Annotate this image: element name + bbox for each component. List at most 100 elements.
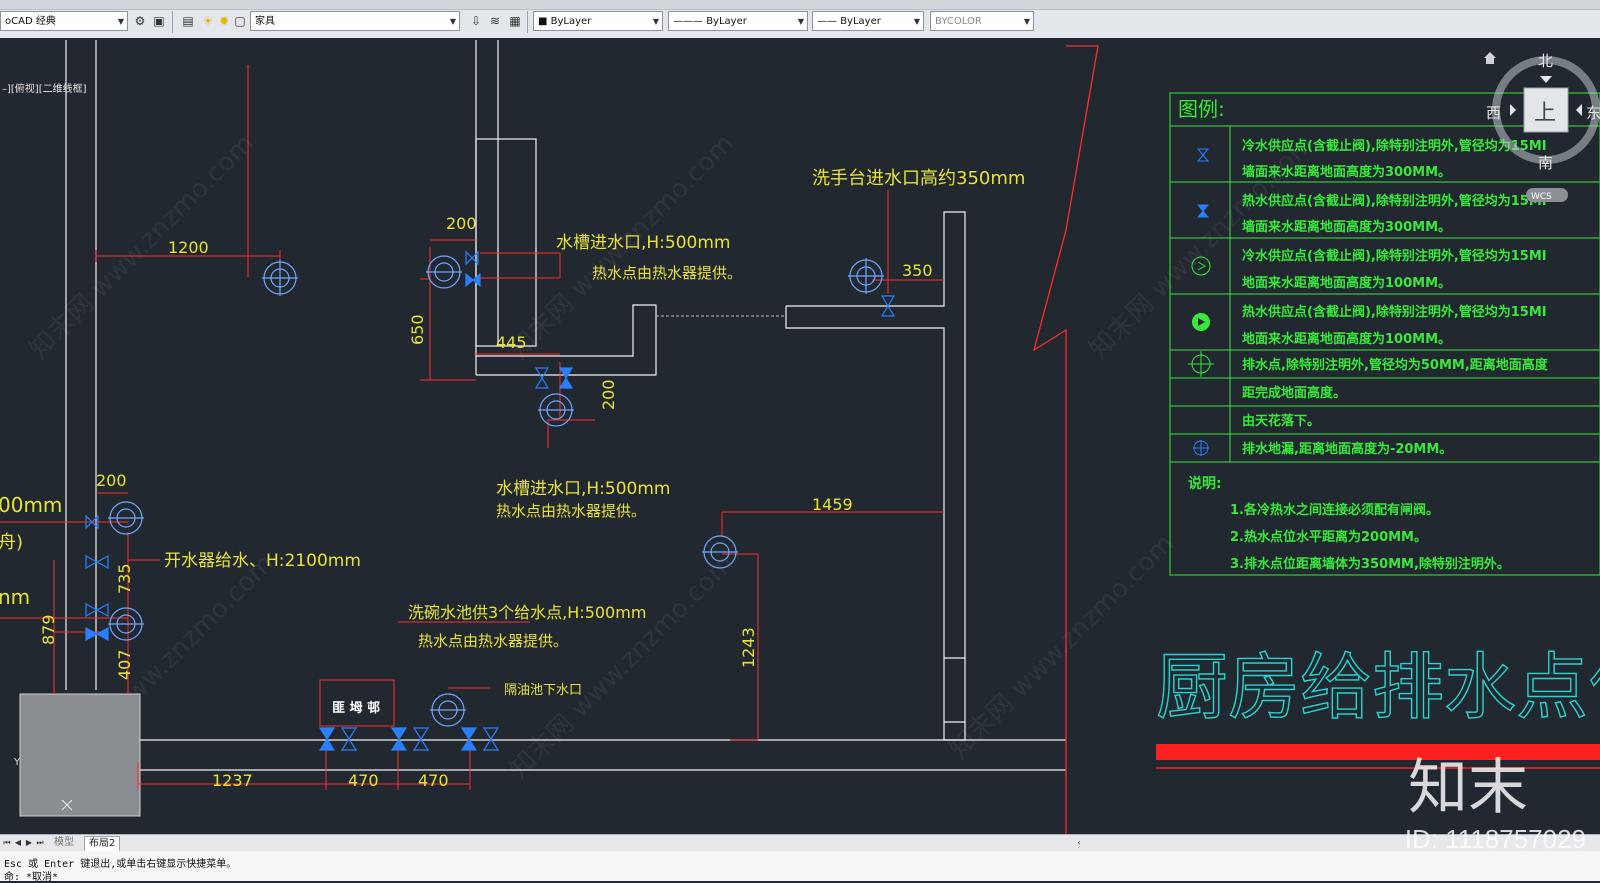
dim-text: 650 [408,314,427,345]
layer-select[interactable]: 家具 ▼ [250,11,460,31]
lineweight-select[interactable]: —— ByLayer ▼ [812,11,924,31]
note-line: 1.各冷热水之间连接必须配有闸阀。 [1230,502,1439,518]
tab-layout2[interactable]: 布局2 [84,836,121,851]
clipped-note: 舟) [0,532,23,553]
dim-text: 200 [599,379,618,410]
dim-text: 470 [348,771,379,790]
workspace-settings-icon[interactable]: ▣ [151,13,167,29]
layer-value: 家具 [255,16,275,27]
chevron-down-icon: ▼ [913,17,920,26]
toolbar-separator [527,11,528,33]
legend-text: 由天花落下。 [1242,413,1320,429]
sink-note-1b: 热水点由热水器提供。 [592,264,742,282]
legend-text: 热水供应点(含截止阀),除特别注明外,管径均为15MI [1242,304,1547,320]
chevron-down-icon: ▼ [797,17,804,26]
toolbar-separator [172,11,173,33]
legend-text: 排水地漏,距离地面高度为-20MM。 [1242,441,1452,457]
linetype-select[interactable]: ——— ByLayer ▼ [668,11,808,31]
dim-text: 735 [115,563,134,594]
legend-text: 距完成地面高度。 [1242,385,1346,401]
legend-text: 墙面来水距离地面高度为300MM。 [1242,219,1451,235]
legend-text: 冷水供应点(含截止阀),除特别注明外,管径均为15MI [1242,138,1547,154]
legend-title: 图例: [1178,97,1225,121]
sink-note-2: 水槽进水口,H:500mm [496,479,670,499]
prev-tab-icon[interactable]: ◀ [13,836,23,849]
color-value: ByLayer [550,16,592,27]
dim-text: 200 [446,214,477,233]
dim-text: 1200 [168,238,209,257]
legend-text: 热水供应点(含截止阀),除特别注明外,管径均为15MI [1242,193,1547,209]
scroll-left-icon[interactable]: ‹ [1074,836,1084,849]
sun-icon[interactable]: ✹ [216,13,232,29]
dim-text: 200 [96,471,127,490]
lineweight-value: ByLayer [840,16,881,27]
notes-title: 说明: [1188,475,1222,492]
compass-west[interactable]: 西 [1486,104,1501,122]
chevron-down-icon: ▼ [449,17,456,26]
chevron-down-icon: ▼ [117,17,124,26]
drawing-title: 厨房给排水点位图 [1156,645,1600,729]
toolbar-top-strip [0,0,1600,10]
wcs-label: WCS [1531,192,1552,202]
legend-text: 地面来水距离地面高度为100MM。 [1242,275,1451,291]
note-line: 2.热水点位水平距离为200MM。 [1230,529,1427,545]
workspace-value: oCAD 经典 [5,16,56,27]
last-tab-icon[interactable]: ⏭ [35,836,45,849]
equipment-label: 匪 坶 邨 [332,700,380,716]
gear-icon[interactable]: ⚙ [132,13,148,29]
water-heater-block [19,693,141,817]
dim-text: 350 [902,261,933,280]
legend-text: 冷水供应点(含截止阀),除特别注明外,管径均为15MI [1242,248,1547,264]
tab-model[interactable]: 模型 [50,836,78,850]
note-line: 3.排水点位距离墙体为350MM,除特别注明外。 [1230,556,1510,572]
dish-note-b: 热水点由热水器提供。 [418,632,568,650]
next-tab-icon[interactable]: ▶ [24,836,34,849]
chevron-down-icon: ▼ [652,17,659,26]
compass-east[interactable]: 东 [1586,104,1600,122]
layer-lock-icon[interactable]: ▢ [232,13,248,29]
layout-tab-bar: ⏮ ◀ ▶ ⏭ 模型 布局2 ‹ [0,834,1600,851]
viewcube-top-label[interactable]: 上 [1534,101,1556,126]
dim-text: 1459 [812,495,853,514]
ucs-y-label: Y [13,757,21,768]
dim-text: 879 [39,614,58,645]
brand-watermark: 知末 [1408,753,1528,823]
title-underline-thick [1156,744,1600,760]
dim-text: 407 [115,649,134,680]
compass-south[interactable]: 南 [1538,154,1553,172]
clipped-note: nm [0,585,30,609]
legend-text: 地面来水距离地面高度为100MM。 [1242,331,1451,347]
dim-text: 1237 [212,771,253,790]
chevron-down-icon: ▼ [1023,17,1030,26]
dim-text: 445 [496,333,527,352]
legend-text: 排水点,除特别注明外,管径均为50MM,距离地面高度 [1242,357,1549,373]
layer-manager-icon[interactable]: ▤ [180,13,196,29]
drawing-viewport[interactable]: 知末网 www.znzmo.com 知末网 www.znzmo.com 知末网 … [0,38,1600,834]
sink-note-2b: 热水点由热水器提供。 [496,502,646,520]
toolbar: oCAD 经典 ▼ ⚙ ▣ ▤ ☀ ✹ ▢ 家具 ▼ ⇩ ≋ ▦ ■ ByLayer… [0,0,1600,39]
grease-note: 隔油池下水口 [504,683,582,698]
make-current-icon[interactable]: ⇩ [468,13,484,29]
cad-drawing[interactable]: 知末网 www.znzmo.com 知末网 www.znzmo.com 知末网 … [0,38,1600,834]
linetype-value: ByLayer [706,16,747,27]
dim-text: 470 [418,771,449,790]
layer-previous-icon[interactable]: ≋ [487,13,503,29]
viewport-controls-label[interactable]: –][俯视][二维线框] [2,80,87,95]
first-tab-icon[interactable]: ⏮ [2,836,12,849]
basin-note: 洗手台进水口高约350mm [812,168,1025,189]
compass-north[interactable]: 北 [1538,52,1553,70]
layer-states-icon[interactable]: ▦ [507,13,523,29]
plotstyle-select[interactable]: BYCOLOR ▼ [930,11,1034,31]
workspace-select[interactable]: oCAD 经典 ▼ [0,11,128,31]
dish-note: 洗碗水池供3个给水点,H:500mm [408,603,646,622]
color-select[interactable]: ■ ByLayer ▼ [533,11,663,31]
command-line[interactable]: Esc 或 Enter 键退出,或单击右键显示快捷菜单。 命: *取消* [0,851,1600,883]
boiler-note: 开水器给水、H:2100mm [164,551,361,571]
dim-text: 1243 [739,627,758,668]
plotstyle-value: BYCOLOR [935,16,982,27]
lightbulb-icon[interactable]: ☀ [200,13,216,29]
clipped-note: 00mm [0,493,62,517]
sink-note-1: 水槽进水口,H:500mm [556,233,730,253]
hot-floor-icon [1192,313,1210,331]
legend-text: 墙面来水距离地面高度为300MM。 [1242,164,1451,180]
